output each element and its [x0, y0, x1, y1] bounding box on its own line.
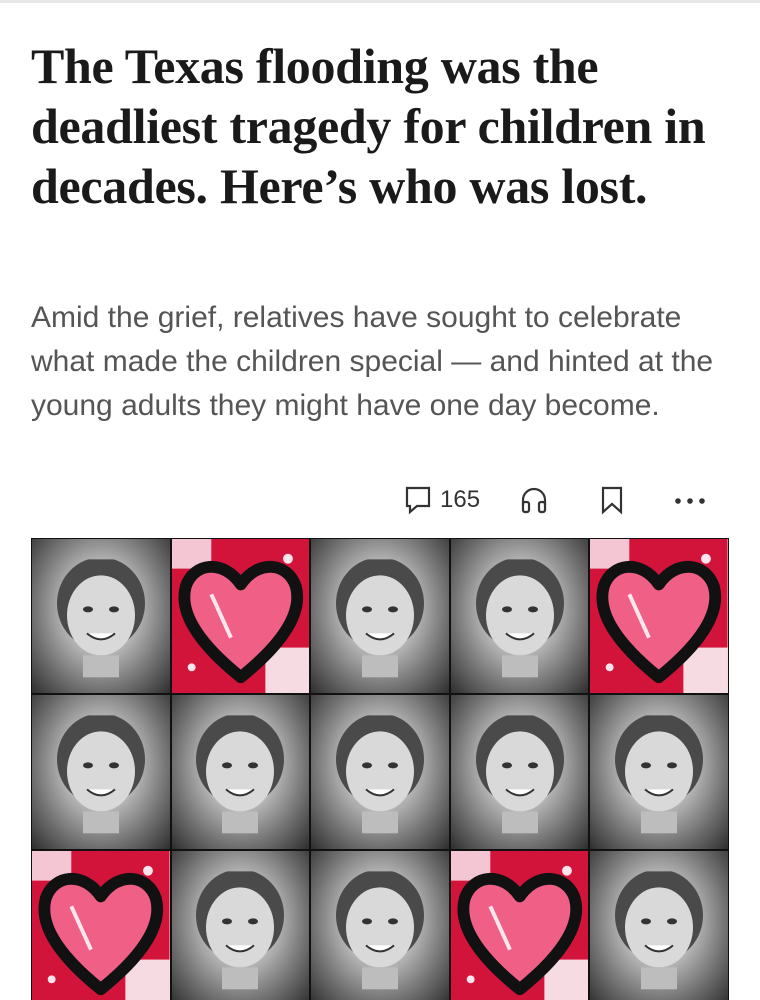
- child-photo-tile: [170, 694, 311, 850]
- portrait-icon: [196, 715, 285, 834]
- top-divider: [0, 0, 760, 3]
- child-photo-tile: [589, 694, 729, 850]
- heart-artwork-tile: [170, 538, 311, 694]
- portrait-icon: [615, 715, 704, 834]
- child-photo-tile: [449, 694, 590, 850]
- child-photo-tile: [31, 538, 171, 694]
- child-photo-tile: [310, 694, 450, 850]
- victims-photo-collage[interactable]: [31, 538, 729, 1000]
- heart-artwork-tile: [31, 850, 171, 1000]
- child-photo-tile: [170, 850, 311, 1000]
- heart-icon: [590, 539, 728, 693]
- portrait-icon: [475, 559, 564, 678]
- bookmark-icon: [599, 485, 625, 515]
- comment-count: 165: [440, 486, 481, 513]
- listen-button[interactable]: [519, 480, 549, 520]
- more-options-button[interactable]: [672, 480, 708, 520]
- child-photo-tile: [310, 538, 450, 694]
- heart-artwork-tile: [449, 850, 590, 1000]
- portrait-icon: [335, 715, 424, 834]
- headphones-icon: [519, 485, 549, 515]
- portrait-icon: [615, 871, 704, 990]
- child-photo-tile: [31, 694, 171, 850]
- child-photo-tile: [449, 538, 590, 694]
- article-toolbar: 165: [404, 480, 724, 520]
- article-dek: Amid the grief, relatives have sought to…: [31, 301, 714, 422]
- heart-icon: [450, 851, 589, 1000]
- heart-icon: [32, 851, 170, 1000]
- comments-button[interactable]: 165: [404, 480, 480, 520]
- comment-icon: [404, 485, 432, 515]
- portrait-icon: [196, 871, 285, 990]
- heart-icon: [171, 539, 310, 693]
- save-button[interactable]: [599, 480, 625, 520]
- portrait-icon: [335, 871, 424, 990]
- portrait-icon: [475, 715, 564, 834]
- heart-artwork-tile: [589, 538, 729, 694]
- child-photo-tile: [310, 850, 450, 1000]
- article-headline: The Texas flooding was the deadliest tra…: [31, 38, 706, 214]
- child-photo-tile: [589, 850, 729, 1000]
- portrait-icon: [335, 559, 424, 678]
- portrait-icon: [56, 715, 145, 834]
- more-icon: [672, 485, 708, 515]
- portrait-icon: [56, 559, 145, 678]
